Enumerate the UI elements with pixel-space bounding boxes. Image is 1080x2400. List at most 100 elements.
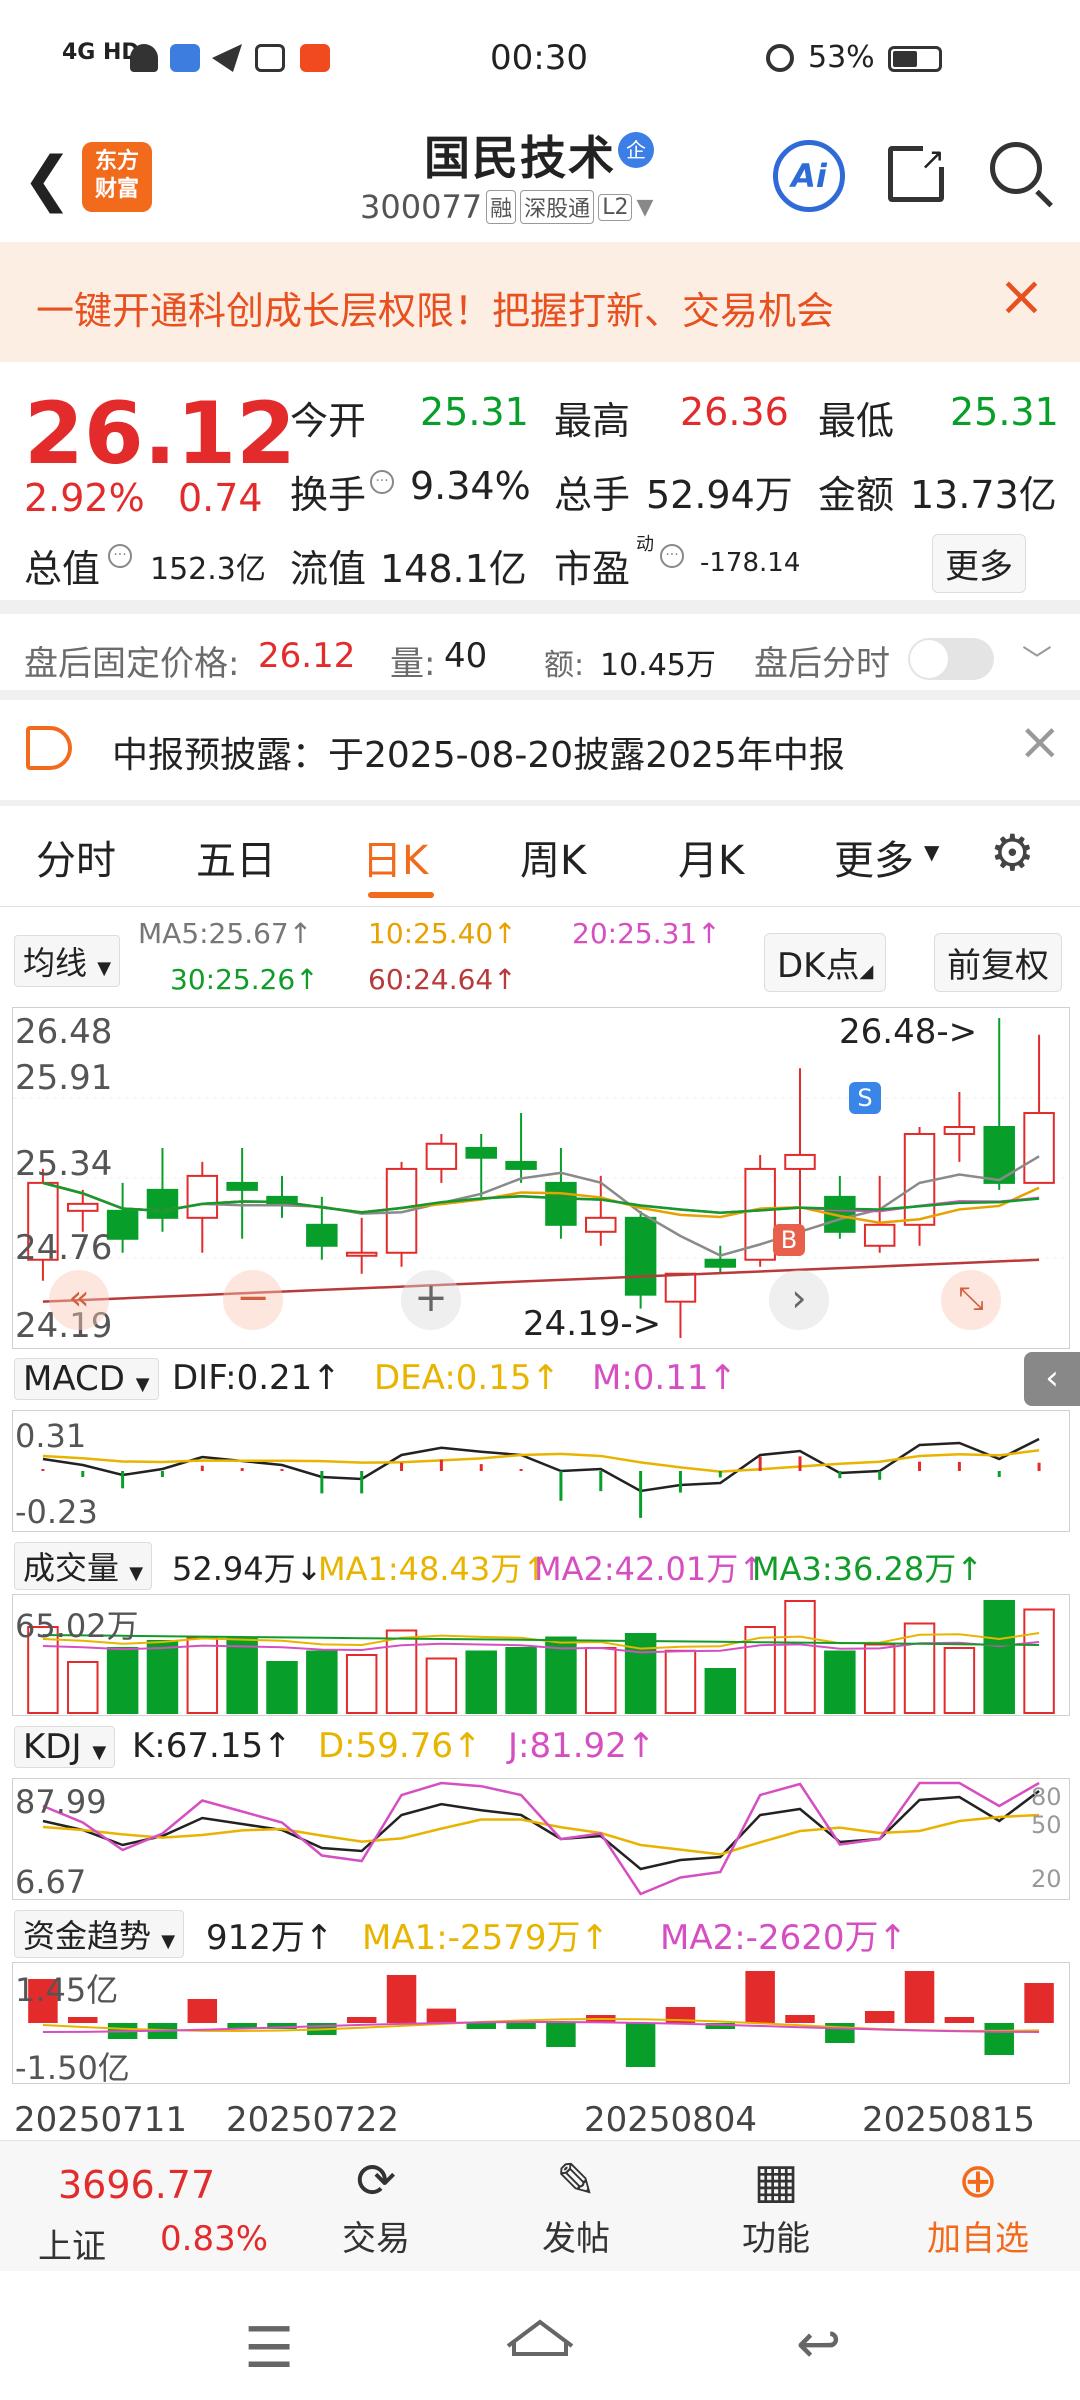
volume-selector[interactable]: 成交量 ▼ [14,1542,153,1590]
menu-icon[interactable]: ☰ [244,2316,294,2381]
index-value: 3696.77 [58,2163,216,2207]
candle-body [704,1258,737,1268]
volume-ma1: MA1:48.43万↑ [318,1550,550,1588]
volume-bar [824,1650,856,1714]
ah-intraday-toggle[interactable] [908,638,994,680]
tab-weekly-k[interactable]: 周K [520,828,586,886]
macd-chart[interactable]: 0.31 -0.23 [12,1410,1070,1532]
ma60-value: 60:24.64↑ [368,963,517,996]
kdj-d-line [42,1813,1040,1856]
post-button[interactable]: ✎ 发帖 [506,2151,646,2260]
expand-icon[interactable]: ⤡ [941,1270,1001,1330]
ah-intraday-label: 盘后分时 [754,644,890,684]
close-icon[interactable]: × [1018,712,1062,772]
fund-legend: 资金趋势 ▼ 912万↑ MA1:-2579万↑ MA2:-2620万↑ [0,1904,1080,1958]
high-marker: 26.48-> [839,1012,978,1052]
notice-text: 中报预披露：于2025-08-20披露2025年中报 [112,735,845,776]
macd-dea-line [42,1449,1040,1473]
trade-button[interactable]: ⟳ 交易 [306,2151,446,2260]
macd-legend: MACD ▼ DIF:0.21↑ DEA:0.15↑ M:0.11↑ ‹ [0,1352,1080,1406]
ah-price-label: 盘后固定价格: [24,644,240,684]
fund-chart[interactable]: 1.45亿 -1.50亿 [12,1962,1070,2087]
volume-bar [106,1647,139,1714]
volume-bar [863,1643,896,1714]
macd-selector[interactable]: MACD ▼ [14,1358,159,1400]
gear-icon[interactable]: ⚙ [990,824,1035,882]
add-watchlist-button[interactable]: ⊕ 加自选 [908,2151,1048,2260]
fund-svg [28,1971,1054,2067]
candle-body [345,1251,378,1257]
tab-five-day[interactable]: 五日 [196,828,276,886]
adjust-button[interactable]: 前复权 [934,933,1062,992]
volume-chart[interactable]: 65.02万 [12,1594,1070,1716]
kdj-chart[interactable]: 87.99 6.67 80 50 20 [12,1778,1070,1901]
volume-bar [385,1629,418,1714]
tab-more[interactable]: 更多 [834,828,914,886]
share-icon[interactable]: ↗ [888,141,949,202]
volume-bar [425,1657,458,1714]
fund-bar [785,2015,815,2023]
fund-bar [984,2023,1014,2055]
function-button[interactable]: ▦ 功能 [706,2151,846,2260]
index-ticker[interactable]: 3696.77 上证 0.83% [0,2141,300,2271]
kdj-y-top: 87.99 [15,1783,107,1821]
ai-assistant-button[interactable]: Ai [773,140,845,212]
buy-signal[interactable]: B [773,1224,805,1256]
fund-bar [546,2023,576,2047]
open-label: 今开 [290,399,367,443]
back-nav-icon[interactable]: ↩ [796,2312,841,2375]
scroll-right-icon[interactable]: › [769,1270,829,1330]
kdj-j-line [42,1781,1040,1896]
high-value: 26.36 [680,390,789,434]
zoom-in-icon[interactable]: + [401,1270,461,1330]
kdj-y-bottom: 6.67 [15,1863,87,1901]
kdj-selector[interactable]: KDJ ▼ [14,1726,116,1768]
macd-dea: DEA:0.15↑ [374,1358,560,1398]
info-icon-2[interactable]: ··· [108,544,132,568]
candle-body [624,1216,657,1296]
kdj-d: D:59.76↑ [318,1726,482,1766]
fund-y-bottom: -1.50亿 [15,2049,130,2087]
candle-body [1023,1112,1055,1184]
info-icon-3[interactable]: ··· [660,544,684,568]
home-icon[interactable] [504,2316,576,2358]
promo-banner[interactable]: 一键开通科创成长层权限！把握打新、交易机会 × [0,242,1080,362]
dk-point-button[interactable]: DK点◢ [764,933,887,992]
notification-bell-icon [130,44,158,72]
chevron-down-icon[interactable]: ﹀ [1022,636,1052,680]
candle-body [943,1125,976,1135]
stock-code: 300077 [360,188,483,226]
enterprise-badge: 企 [618,132,654,168]
tab-intraday[interactable]: 分时 [36,828,116,886]
collapse-panel-icon[interactable]: ‹ [1024,1352,1080,1406]
zoom-out-icon[interactable]: − [223,1270,283,1330]
amount-value: 13.73亿 [910,473,1057,517]
kline-chart[interactable]: 26.48 25.91 25.34 24.76 24.19 26.48-> 24… [12,1007,1070,1349]
volume-bar [345,1654,378,1714]
back-icon[interactable]: ❮ [22,144,72,214]
ma5-value: MA5:25.67↑ [138,917,313,950]
tab-daily-k[interactable]: 日K [362,828,428,886]
fund-ma2: MA2:-2620万↑ [660,1918,907,1958]
pe-dynamic-sup: 动 [636,534,654,555]
sell-signal[interactable]: S [849,1082,881,1114]
fund-selector[interactable]: 资金趋势 ▼ [14,1910,185,1958]
volume-bar [67,1661,99,1714]
y-axis-tick: 25.91 [15,1058,113,1098]
promo-text: 一键开通科创成长层权限！把握打新、交易机会 [36,289,835,333]
divider [0,906,1080,907]
stock-code-row[interactable]: 300077 融 深股通 L2 ▼ [360,188,653,226]
scroll-left-icon[interactable]: « [49,1270,109,1330]
ma-selector[interactable]: 均线 ▼ [14,935,121,987]
search-icon[interactable] [990,142,1053,208]
more-button[interactable]: 更多 [932,534,1026,593]
close-icon[interactable]: × [998,264,1045,329]
info-icon[interactable]: ··· [370,470,394,494]
tab-monthly-k[interactable]: 月K [678,828,744,886]
y-axis-tick: 24.76 [15,1228,113,1268]
macd-dif-line [42,1437,1040,1493]
notice-bar[interactable]: 中报预披露：于2025-08-20披露2025年中报 × [0,700,1080,800]
float-label: 流值 [290,547,367,591]
kdj-k: K:67.15↑ [132,1726,292,1766]
ah-vol: 40 [444,636,488,676]
